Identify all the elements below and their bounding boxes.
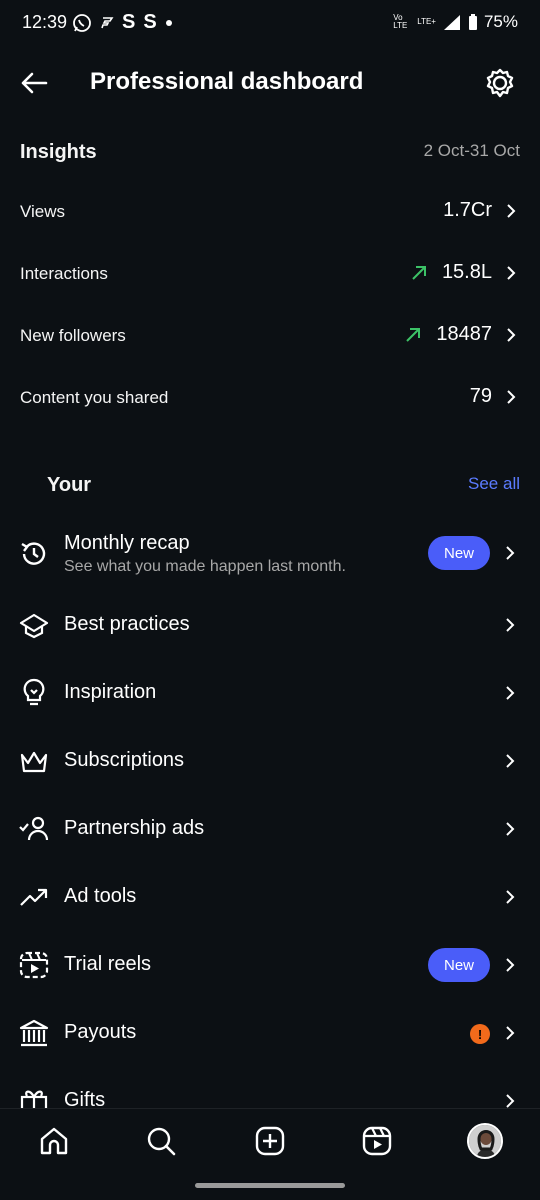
tool-label: Ad tools <box>64 885 137 907</box>
crown-icon <box>20 751 48 773</box>
status-letter: S <box>122 11 136 33</box>
search-icon <box>147 1127 176 1156</box>
gift-icon <box>20 1090 48 1108</box>
metric-views[interactable]: Views 1.7Cr <box>20 194 520 234</box>
tools-header: Your See all <box>47 472 520 500</box>
settings-button[interactable] <box>484 67 516 99</box>
chevron-right-icon <box>506 1026 515 1040</box>
lightbulb-icon <box>23 678 45 706</box>
nav-profile[interactable] <box>467 1123 503 1159</box>
status-system-icons: Vo LTE LTE+ 75% <box>393 12 518 32</box>
tool-best-practices[interactable]: Best practices <box>0 595 540 655</box>
chevron-right-icon <box>506 890 515 904</box>
battery-percent: 75% <box>483 12 518 31</box>
alert-badge: ! <box>470 1024 490 1044</box>
metric-value: 15.8L <box>441 261 492 283</box>
history-icon <box>21 542 46 565</box>
status-bar: 12:39 S S Vo LTE LTE+ 75% <box>0 0 540 46</box>
profile-photo <box>469 1125 501 1157</box>
tool-label: Trial reels <box>64 953 152 975</box>
tool-payouts[interactable]: Payouts ! <box>0 1003 540 1063</box>
network-label: LTE+ <box>417 17 436 26</box>
tool-label: Payouts <box>64 1021 137 1043</box>
tool-subscriptions[interactable]: Subscriptions <box>0 731 540 791</box>
chevron-right-icon <box>506 686 515 700</box>
chevron-right-icon <box>506 546 515 560</box>
trending-up-icon <box>20 888 48 906</box>
tool-label: Best practices <box>64 613 190 635</box>
insights-date-range[interactable]: 2 Oct-31 Oct <box>424 141 520 161</box>
chevron-right-icon <box>507 389 516 404</box>
tool-subtitle: See what you made happen last month. <box>64 558 346 575</box>
tool-partnership-ads[interactable]: Partnership ads <box>0 799 540 859</box>
chevron-right-icon <box>507 327 516 342</box>
status-notification-icons: S S <box>72 11 173 34</box>
nav-home[interactable] <box>36 1123 72 1159</box>
metric-value: 79 <box>469 385 492 407</box>
metric-value: 18487 <box>436 323 492 345</box>
gear-icon <box>486 68 514 98</box>
tool-label: Gifts <box>64 1089 106 1108</box>
back-arrow-icon <box>21 72 48 94</box>
nav-create[interactable] <box>252 1123 288 1159</box>
tools-title: Your <box>47 474 92 496</box>
tool-inspiration[interactable]: Inspiration <box>0 663 540 723</box>
tool-trial-reels[interactable]: Trial reels New <box>0 935 540 995</box>
trial-reels-icon <box>19 951 49 979</box>
trend-up-icon <box>412 265 426 280</box>
chevron-right-icon <box>507 265 516 280</box>
signal-icon <box>443 15 460 30</box>
chevron-right-icon <box>506 618 515 632</box>
tool-monthly-recap[interactable]: Monthly recap See what you made happen l… <box>0 522 540 588</box>
person-check-icon <box>19 816 49 841</box>
gesture-home-bar[interactable] <box>195 1183 345 1188</box>
flag-icon <box>101 16 114 28</box>
metric-interactions[interactable]: Interactions 15.8L <box>20 256 520 296</box>
chevron-right-icon <box>506 822 515 836</box>
metric-label: Views <box>20 202 66 221</box>
graduation-cap-icon <box>19 613 49 639</box>
tool-label: Inspiration <box>64 681 157 703</box>
tool-gifts[interactable]: Gifts <box>0 1071 540 1108</box>
tool-label: Monthly recap <box>64 532 190 554</box>
create-icon <box>255 1126 285 1156</box>
battery-icon <box>468 14 477 30</box>
trend-up-icon <box>406 327 421 342</box>
whatsapp-icon <box>73 13 91 32</box>
dot-icon <box>165 19 172 26</box>
home-icon <box>40 1127 68 1155</box>
reels-icon <box>362 1126 392 1156</box>
tool-ad-tools[interactable]: Ad tools <box>0 867 540 927</box>
nav-reels[interactable] <box>359 1123 395 1159</box>
status-letter: S <box>143 11 157 33</box>
page-title: Professional dashboard <box>90 68 364 95</box>
tool-label: Partnership ads <box>64 817 205 839</box>
see-all-link[interactable]: See all <box>468 474 520 494</box>
back-button[interactable] <box>16 65 52 101</box>
avatar <box>467 1123 503 1159</box>
status-time: 12:39 <box>22 12 68 32</box>
new-badge: New <box>428 948 490 982</box>
chevron-right-icon <box>506 754 515 768</box>
metric-new-followers[interactable]: New followers 18487 <box>20 318 520 358</box>
chevron-right-icon <box>506 1094 515 1108</box>
insights-header: Insights 2 Oct-31 Oct <box>20 141 520 165</box>
metric-label: Content you shared <box>20 388 169 407</box>
bank-icon <box>19 1019 49 1047</box>
insights-title: Insights <box>20 141 97 163</box>
metric-label: Interactions <box>20 264 108 283</box>
chevron-right-icon <box>507 203 516 218</box>
metric-label: New followers <box>20 326 126 345</box>
tool-label: Subscriptions <box>64 749 185 771</box>
metric-value: 1.7Cr <box>443 199 492 221</box>
nav-search[interactable] <box>143 1123 179 1159</box>
header: Professional dashboard <box>0 55 540 111</box>
chevron-right-icon <box>506 958 515 972</box>
volte-label: Vo LTE <box>393 13 408 30</box>
new-badge: New <box>428 536 490 570</box>
metric-content-shared[interactable]: Content you shared 79 <box>20 380 520 420</box>
bottom-navigation <box>0 1108 540 1172</box>
